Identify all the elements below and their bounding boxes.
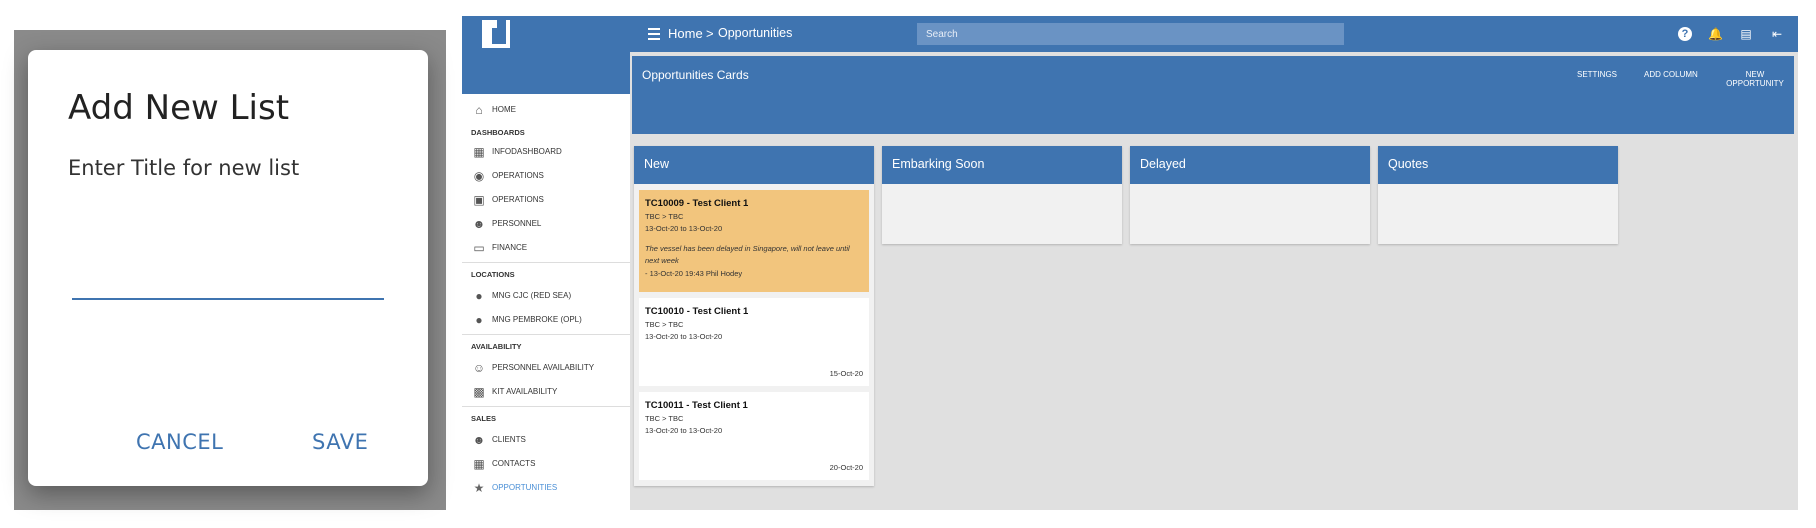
app-window: Home > Opportunities ? 🔔 ▤ ⇤ ⌂ HOME DASH… xyxy=(462,16,1798,510)
pin-icon: ● xyxy=(475,289,483,303)
menu-icon[interactable] xyxy=(648,28,660,43)
divider xyxy=(462,406,630,407)
card-dates: 13-Oct-20 to 13-Oct-20 xyxy=(645,332,723,341)
dialog-title: Add New List xyxy=(68,88,290,128)
card-route: TBC > TBC xyxy=(645,320,684,329)
card-note-meta: - 13-Oct-20 19:43 Phil Hodey xyxy=(645,269,743,278)
section-locations: LOCATIONS xyxy=(471,270,515,279)
column-body xyxy=(1378,184,1618,244)
dialog-backdrop: Add New List Enter Title for new list CA… xyxy=(14,30,446,510)
column-title[interactable]: Embarking Soon xyxy=(882,146,1122,184)
page-title: Opportunities Cards xyxy=(642,68,749,82)
dashboard-icon: ▦ xyxy=(473,145,485,159)
sidebar: ⌂ HOME DASHBOARDS ▦ INFODASHBOARD ◉ OPER… xyxy=(462,52,630,510)
contact-card-icon: ▦ xyxy=(473,457,485,471)
sidebar-item-kit-availability[interactable]: ▩ KIT AVAILABILITY xyxy=(462,380,630,404)
sidebar-item-label: OPERATIONS xyxy=(492,171,544,180)
sidebar-item-finance[interactable]: ▭ FINANCE xyxy=(462,236,630,260)
exit-icon[interactable]: ⇤ xyxy=(1770,27,1784,41)
breadcrumb-separator: > xyxy=(706,26,714,41)
section-dashboards: DASHBOARDS xyxy=(471,128,525,137)
sidebar-item-infodashboard[interactable]: ▦ INFODASHBOARD xyxy=(462,140,630,164)
divider xyxy=(462,262,630,263)
sidebar-item-operations-globe[interactable]: ◉ OPERATIONS xyxy=(462,164,630,188)
sidebar-item-label: OPERATIONS xyxy=(492,195,544,204)
sidebar-item-contacts[interactable]: ▦ CONTACTS xyxy=(462,452,630,476)
card-date: 15-Oct-20 xyxy=(829,369,863,378)
sidebar-item-mng-pembroke[interactable]: ● MNG PEMBROKE (OPL) xyxy=(462,308,630,332)
home-icon: ⌂ xyxy=(475,103,483,117)
divider xyxy=(462,334,630,335)
person-icon: ☺ xyxy=(472,361,486,375)
chat-icon[interactable]: ▤ xyxy=(1739,27,1753,41)
star-icon: ★ xyxy=(473,481,485,495)
card-route: TBC > TBC xyxy=(645,212,684,221)
bell-icon[interactable]: 🔔 xyxy=(1708,27,1723,41)
page-header: Opportunities Cards SETTINGS ADD COLUMN … xyxy=(632,56,1794,134)
add-list-dialog: Add New List Enter Title for new list CA… xyxy=(28,50,428,486)
column-embarking-soon: Embarking Soon xyxy=(882,146,1122,244)
sidebar-item-personnel[interactable]: ☻ PERSONNEL xyxy=(462,212,630,236)
sidebar-item-label: HOME xyxy=(492,105,516,114)
card-title: TC10011 - Test Client 1 xyxy=(645,400,748,411)
sidebar-item-label: MNG CJC (RED SEA) xyxy=(492,291,572,300)
sidebar-header xyxy=(462,52,630,94)
section-sales: SALES xyxy=(471,414,497,423)
sidebar-item-personnel-availability[interactable]: ☺ PERSONNEL AVAILABILITY xyxy=(462,356,630,380)
settings-button[interactable]: SETTINGS xyxy=(1577,70,1617,79)
sidebar-item-label: MNG PEMBROKE (OPL) xyxy=(492,315,582,324)
card-note: The vessel has been delayed in Singapore… xyxy=(645,244,850,265)
search-input[interactable] xyxy=(917,23,1344,45)
breadcrumb-current: Opportunities xyxy=(718,26,793,40)
list-title-input[interactable] xyxy=(72,270,384,300)
sidebar-item-label: CLIENTS xyxy=(492,435,526,444)
people-icon: ☻ xyxy=(472,433,486,447)
sidebar-item-label: PERSONNEL AVAILABILITY xyxy=(492,363,595,372)
opportunity-card[interactable]: TC10011 - Test Client 1 TBC > TBC 13-Oct… xyxy=(639,392,869,480)
new-opportunity-button[interactable]: NEW OPPORTUNITY xyxy=(1716,70,1794,88)
top-bar: Home > Opportunities ? 🔔 ▤ ⇤ xyxy=(462,16,1798,52)
card-icon: ▭ xyxy=(473,241,485,255)
column-quotes: Quotes xyxy=(1378,146,1618,244)
column-new: New TC10009 - Test Client 1 TBC > TBC 13… xyxy=(634,146,874,486)
sidebar-item-operations-folder[interactable]: ▣ OPERATIONS xyxy=(462,188,630,212)
sidebar-item-opportunities[interactable]: ★ OPPORTUNITIES xyxy=(462,476,630,500)
add-column-button[interactable]: ADD COLUMN xyxy=(1644,70,1698,79)
column-body xyxy=(1130,184,1370,244)
pin-icon: ● xyxy=(475,313,483,327)
sidebar-item-clients[interactable]: ☻ CLIENTS xyxy=(462,428,630,452)
sidebar-item-home[interactable]: ⌂ HOME xyxy=(462,98,630,122)
sidebar-item-mng-cjc[interactable]: ● MNG CJC (RED SEA) xyxy=(462,284,630,308)
opportunity-card[interactable]: TC10010 - Test Client 1 TBC > TBC 13-Oct… xyxy=(639,298,869,386)
card-title: TC10009 - Test Client 1 xyxy=(645,198,749,209)
card-dates: 13-Oct-20 to 13-Oct-20 xyxy=(645,224,723,233)
column-title[interactable]: Delayed xyxy=(1130,146,1370,184)
breadcrumb-home[interactable]: Home xyxy=(668,26,703,41)
sidebar-item-label: KIT AVAILABILITY xyxy=(492,387,558,396)
column-body xyxy=(882,184,1122,244)
help-icon[interactable]: ? xyxy=(1678,27,1692,41)
card-date: 20-Oct-20 xyxy=(829,463,863,472)
people-icon: ☻ xyxy=(472,217,486,231)
sidebar-item-label: CONTACTS xyxy=(492,459,536,468)
save-button[interactable]: SAVE xyxy=(312,430,368,454)
opportunity-card[interactable]: TC10009 - Test Client 1 TBC > TBC 13-Oct… xyxy=(639,190,869,292)
sidebar-item-label: FINANCE xyxy=(492,243,528,252)
card-route: TBC > TBC xyxy=(645,414,684,423)
column-delayed: Delayed xyxy=(1130,146,1370,244)
card-title: TC10010 - Test Client 1 xyxy=(645,306,749,317)
globe-icon: ◉ xyxy=(473,169,485,183)
column-title[interactable]: New xyxy=(634,146,874,184)
app-logo[interactable] xyxy=(482,20,510,48)
folder-icon: ▣ xyxy=(473,193,485,207)
sidebar-item-label: INFODASHBOARD xyxy=(492,147,562,156)
card-dates: 13-Oct-20 to 13-Oct-20 xyxy=(645,426,723,435)
dialog-prompt: Enter Title for new list xyxy=(68,156,300,180)
column-title[interactable]: Quotes xyxy=(1378,146,1618,184)
cancel-button[interactable]: CANCEL xyxy=(136,430,223,454)
section-availability: AVAILABILITY xyxy=(471,342,522,351)
sidebar-item-label: OPPORTUNITIES xyxy=(492,483,558,492)
sidebar-item-label: PERSONNEL xyxy=(492,219,542,228)
briefcase-icon: ▩ xyxy=(473,385,485,399)
